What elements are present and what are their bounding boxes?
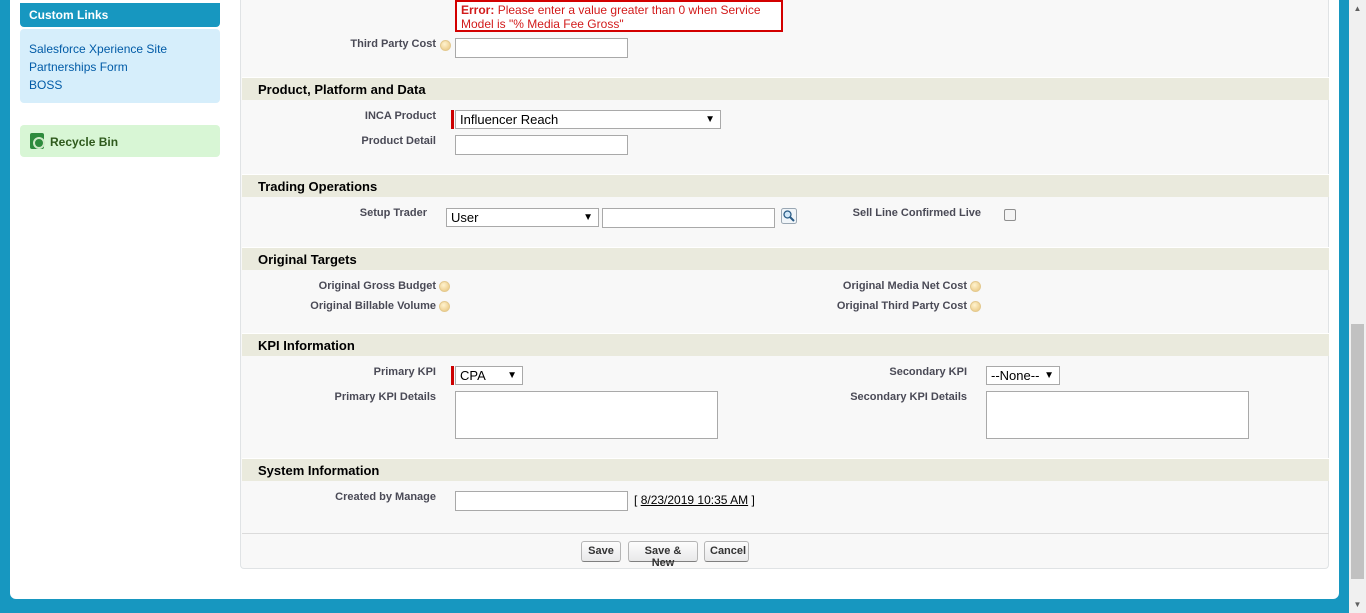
- footer-divider: [242, 533, 1329, 534]
- help-icon[interactable]: [439, 301, 450, 312]
- save-button[interactable]: Save: [581, 541, 621, 562]
- cancel-button[interactable]: Cancel: [704, 541, 749, 562]
- scroll-up-icon[interactable]: ▲: [1349, 0, 1366, 17]
- created-date-wrapper: [ 8/23/2019 10:35 AM ]: [634, 493, 755, 507]
- recycle-bin-link[interactable]: Recycle Bin: [20, 125, 220, 157]
- inca-product-value: Influencer Reach: [460, 112, 559, 127]
- custom-links-header: Custom Links: [20, 3, 220, 27]
- third-party-cost-input[interactable]: [455, 38, 628, 58]
- link-salesforce-xperience[interactable]: Salesforce Xperience Site: [29, 40, 211, 58]
- primary-kpi-details-textarea[interactable]: [455, 391, 718, 439]
- scrollbar-thumb[interactable]: [1351, 324, 1364, 579]
- secondary-kpi-select[interactable]: --None-- ▼: [986, 366, 1060, 385]
- error-message: Error: Please enter a value greater than…: [455, 0, 783, 32]
- primary-kpi-label: Primary KPI: [373, 366, 436, 378]
- help-icon[interactable]: [970, 281, 981, 292]
- original-billable-volume-label: Original Billable Volume: [310, 300, 436, 312]
- created-date-link[interactable]: 8/23/2019 10:35 AM: [641, 493, 748, 507]
- help-icon[interactable]: [439, 281, 450, 292]
- help-icon[interactable]: [970, 301, 981, 312]
- secondary-kpi-details-label: Secondary KPI Details: [850, 391, 967, 403]
- original-gross-budget-label: Original Gross Budget: [318, 280, 436, 292]
- error-prefix: Error:: [461, 3, 495, 17]
- bracket-open: [: [634, 493, 638, 507]
- original-media-net-cost-label: Original Media Net Cost: [842, 280, 967, 292]
- link-partnerships-form[interactable]: Partnerships Form: [29, 58, 211, 76]
- setup-trader-label: Setup Trader: [359, 207, 427, 219]
- primary-kpi-value: CPA: [460, 368, 486, 383]
- secondary-kpi-label: Secondary KPI: [889, 366, 967, 378]
- primary-kpi-select[interactable]: CPA ▼: [455, 366, 523, 385]
- link-boss[interactable]: BOSS: [29, 76, 211, 94]
- inca-product-label: INCA Product: [364, 110, 436, 122]
- section-targets-header: Original Targets: [242, 247, 1329, 270]
- section-trading-header: Trading Operations: [242, 174, 1329, 197]
- required-indicator: [451, 110, 454, 129]
- bracket-close: ]: [751, 493, 755, 507]
- setup-trader-type-value: User: [451, 210, 479, 225]
- created-by-manage-label: Created by Manage: [335, 491, 436, 503]
- custom-links-panel: Salesforce Xperience Site Partnerships F…: [20, 29, 220, 103]
- dropdown-arrow-icon: ▼: [583, 212, 593, 223]
- original-third-party-cost-label: Original Third Party Cost: [836, 300, 967, 312]
- dropdown-arrow-icon: ▼: [507, 370, 517, 381]
- sell-line-confirmed-label: Sell Line Confirmed Live: [852, 207, 981, 219]
- section-system-header: System Information: [242, 458, 1329, 481]
- edit-form: Error: Please enter a value greater than…: [240, 0, 1329, 569]
- dropdown-arrow-icon: ▼: [705, 114, 715, 125]
- recycle-bin-label: Recycle Bin: [50, 135, 119, 149]
- help-icon[interactable]: [440, 40, 451, 51]
- recycle-bin-icon: [30, 133, 45, 149]
- setup-trader-type-select[interactable]: User ▼: [446, 208, 599, 227]
- inca-product-select[interactable]: Influencer Reach ▼: [455, 110, 721, 129]
- vertical-scrollbar[interactable]: ▲ ▼: [1349, 0, 1366, 613]
- sell-line-confirmed-checkbox[interactable]: [1004, 209, 1016, 221]
- required-indicator: [451, 366, 454, 385]
- section-kpi-header: KPI Information: [242, 333, 1329, 356]
- setup-trader-input[interactable]: [602, 208, 775, 228]
- third-party-cost-label: Third Party Cost: [350, 38, 436, 50]
- scroll-down-icon[interactable]: ▼: [1349, 596, 1366, 613]
- save-and-new-button[interactable]: Save & New: [628, 541, 698, 569]
- primary-kpi-details-label: Primary KPI Details: [334, 391, 437, 403]
- product-detail-label: Product Detail: [361, 135, 436, 147]
- product-detail-input[interactable]: [455, 135, 628, 155]
- secondary-kpi-value: --None--: [991, 368, 1040, 383]
- secondary-kpi-details-textarea[interactable]: [986, 391, 1249, 439]
- error-text: Please enter a value greater than 0 when…: [461, 3, 761, 31]
- created-by-manage-input[interactable]: [455, 491, 628, 511]
- section-product-header: Product, Platform and Data: [242, 77, 1329, 100]
- lookup-search-icon[interactable]: [781, 208, 797, 224]
- dropdown-arrow-icon: ▼: [1044, 370, 1054, 381]
